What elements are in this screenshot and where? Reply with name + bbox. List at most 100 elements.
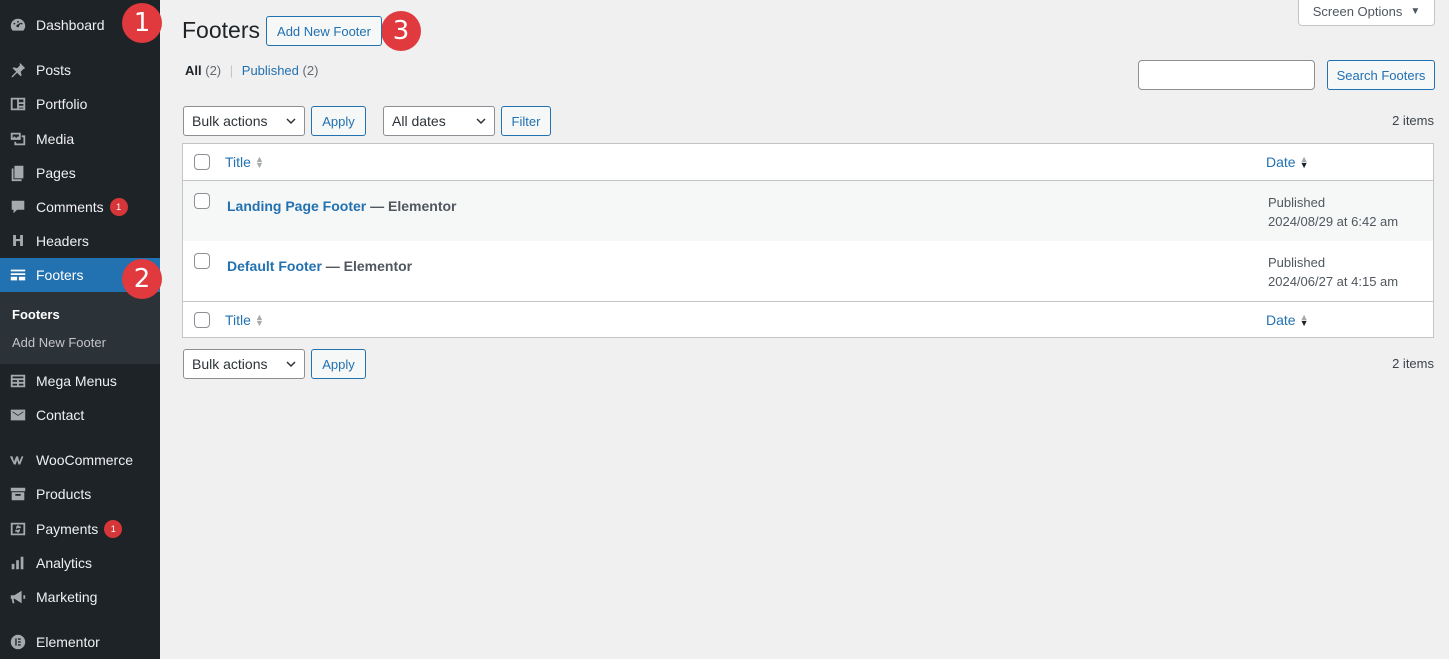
menu-item-analytics[interactable]: Analytics (0, 546, 160, 580)
bar-chart-icon (0, 554, 36, 572)
row-status: Published (1268, 195, 1326, 210)
submenu-item-footers[interactable]: Footers (12, 307, 60, 322)
table-row: Landing Page Footer — Elementor Publishe… (183, 181, 1433, 241)
menu-item-label: Portfolio (36, 96, 88, 112)
menu-item-label: Comments (36, 199, 104, 215)
step-marker-1: 1 (122, 3, 162, 43)
page-title: Footers (182, 17, 260, 43)
search-input[interactable] (1138, 60, 1315, 90)
bulk-actions-select-bottom[interactable]: Bulk actions (183, 349, 305, 379)
chevron-down-icon (286, 361, 296, 368)
date-column-label: Date (1266, 312, 1296, 328)
bulk-actions-select-top[interactable]: Bulk actions (183, 106, 305, 136)
menu-item-woocommerce[interactable]: WooCommerce (0, 443, 160, 477)
row-date-value: 2024/08/29 at 6:42 am (1268, 214, 1399, 229)
title-column-sort[interactable]: Title ▲ ▼ (225, 154, 264, 170)
step-marker-2: 2 (122, 259, 162, 299)
date-column-sort[interactable]: Date ▲ ▼ (1266, 154, 1309, 170)
portfolio-icon (0, 95, 36, 113)
row-title: Landing Page Footer — Elementor (227, 198, 456, 214)
row-checkbox[interactable] (194, 193, 210, 209)
footers-table: Title ▲ ▼ Date ▲ ▼ Landing Page Footer — E… (182, 143, 1434, 338)
filter-all-count: (2) (205, 63, 222, 78)
apply-button-top[interactable]: Apply (311, 106, 366, 136)
row-title-link[interactable]: Landing Page Footer (227, 198, 366, 214)
menu-item-elementor[interactable]: Elementor (0, 625, 160, 659)
search-footers-button[interactable]: Search Footers (1327, 60, 1435, 90)
apply-button-bottom[interactable]: Apply (311, 349, 366, 379)
sort-desc-icon: ▲ ▼ (1299, 312, 1309, 328)
title-column-sort-bottom[interactable]: Title ▲ ▼ (225, 312, 264, 328)
menu-item-pages[interactable]: Pages (0, 156, 160, 190)
menu-item-comments[interactable]: Comments 1 (0, 190, 160, 224)
bulk-actions-value: Bulk actions (192, 113, 268, 129)
date-column-label: Date (1266, 154, 1296, 170)
select-all-checkbox-bottom[interactable] (194, 312, 210, 328)
row-post-state: — Elementor (325, 258, 413, 274)
sort-icon: ▲ ▼ (254, 312, 264, 328)
menu-item-label: WooCommerce (36, 452, 133, 468)
dashboard-icon (0, 16, 36, 34)
table-footer-row: Title ▲ ▼ Date ▲ ▼ (183, 301, 1433, 337)
menu-item-contact[interactable]: Contact (0, 398, 160, 432)
headers-icon: H (11, 232, 25, 250)
filter-all-link[interactable]: All (185, 63, 202, 78)
menu-item-label: Products (36, 486, 92, 502)
title-column-label: Title (225, 154, 251, 170)
chevron-down-icon (476, 118, 486, 125)
menu-item-marketing[interactable]: Marketing (0, 580, 160, 614)
menu-item-label: Pages (36, 165, 76, 181)
row-post-state: — Elementor (370, 198, 457, 214)
menu-item-label: Mega Menus (36, 373, 117, 389)
submenu-item-add-new-footer[interactable]: Add New Footer (12, 335, 106, 350)
chevron-down-icon (286, 118, 296, 125)
sort-desc-icon: ▲ ▼ (1299, 154, 1309, 170)
date-filter-select[interactable]: All dates (383, 106, 495, 136)
menu-item-payments[interactable]: Payments 1 (0, 512, 160, 546)
filter-button[interactable]: Filter (501, 106, 551, 136)
date-column-sort-bottom[interactable]: Date ▲ ▼ (1266, 312, 1309, 328)
row-date: Published 2024/08/29 at 6:42 am (1268, 193, 1398, 231)
row-date: Published 2024/06/27 at 4:15 am (1268, 253, 1398, 291)
row-status: Published (1268, 255, 1326, 270)
status-filter-links: All (2) | Published (2) (185, 63, 318, 78)
footers-submenu: Footers Add New Footer (0, 292, 160, 364)
woocommerce-icon (0, 451, 36, 469)
menu-item-label: Payments (36, 521, 99, 537)
select-all-checkbox[interactable] (194, 154, 210, 170)
items-count-top: 2 items (1392, 113, 1434, 128)
filter-published-link[interactable]: Published (242, 63, 299, 78)
menu-item-label: Marketing (36, 589, 98, 605)
menu-item-mega-menus[interactable]: Mega Menus (0, 364, 160, 398)
megaphone-icon (0, 588, 36, 606)
menu-item-headers[interactable]: H Headers (0, 224, 160, 258)
row-date-value: 2024/06/27 at 4:15 am (1268, 274, 1399, 289)
menu-item-label: Headers (36, 233, 89, 249)
comments-count-badge: 1 (109, 198, 128, 216)
step-marker-3: 3 (381, 11, 421, 51)
date-filter-value: All dates (392, 113, 446, 129)
money-icon (0, 520, 36, 538)
filter-separator: | (229, 63, 234, 78)
menu-item-label: Contact (36, 407, 85, 423)
add-new-footer-button[interactable]: Add New Footer (266, 16, 382, 46)
menu-item-portfolio[interactable]: Portfolio (0, 87, 160, 121)
menu-item-products[interactable]: Products (0, 477, 160, 511)
menu-item-label: Media (36, 131, 75, 147)
row-checkbox[interactable] (194, 253, 210, 269)
menu-item-media[interactable]: Media (0, 122, 160, 156)
screen-options-button[interactable]: Screen Options ▼ (1298, 0, 1435, 26)
menu-item-label: Analytics (36, 555, 93, 571)
sort-icon: ▲ ▼ (254, 154, 264, 170)
caret-down-icon: ▼ (1410, 5, 1421, 17)
row-title-link[interactable]: Default Footer (227, 258, 322, 274)
menu-item-label: Dashboard (36, 17, 105, 33)
archive-icon (0, 485, 36, 503)
title-column-label: Title (225, 312, 251, 328)
table-row: Default Footer — Elementor Published 202… (183, 241, 1433, 301)
menu-item-label: Posts (36, 62, 72, 78)
footers-icon (0, 266, 36, 284)
menu-item-posts[interactable]: Posts (0, 53, 160, 87)
payments-count-badge: 1 (104, 520, 123, 538)
mail-icon (0, 406, 36, 424)
